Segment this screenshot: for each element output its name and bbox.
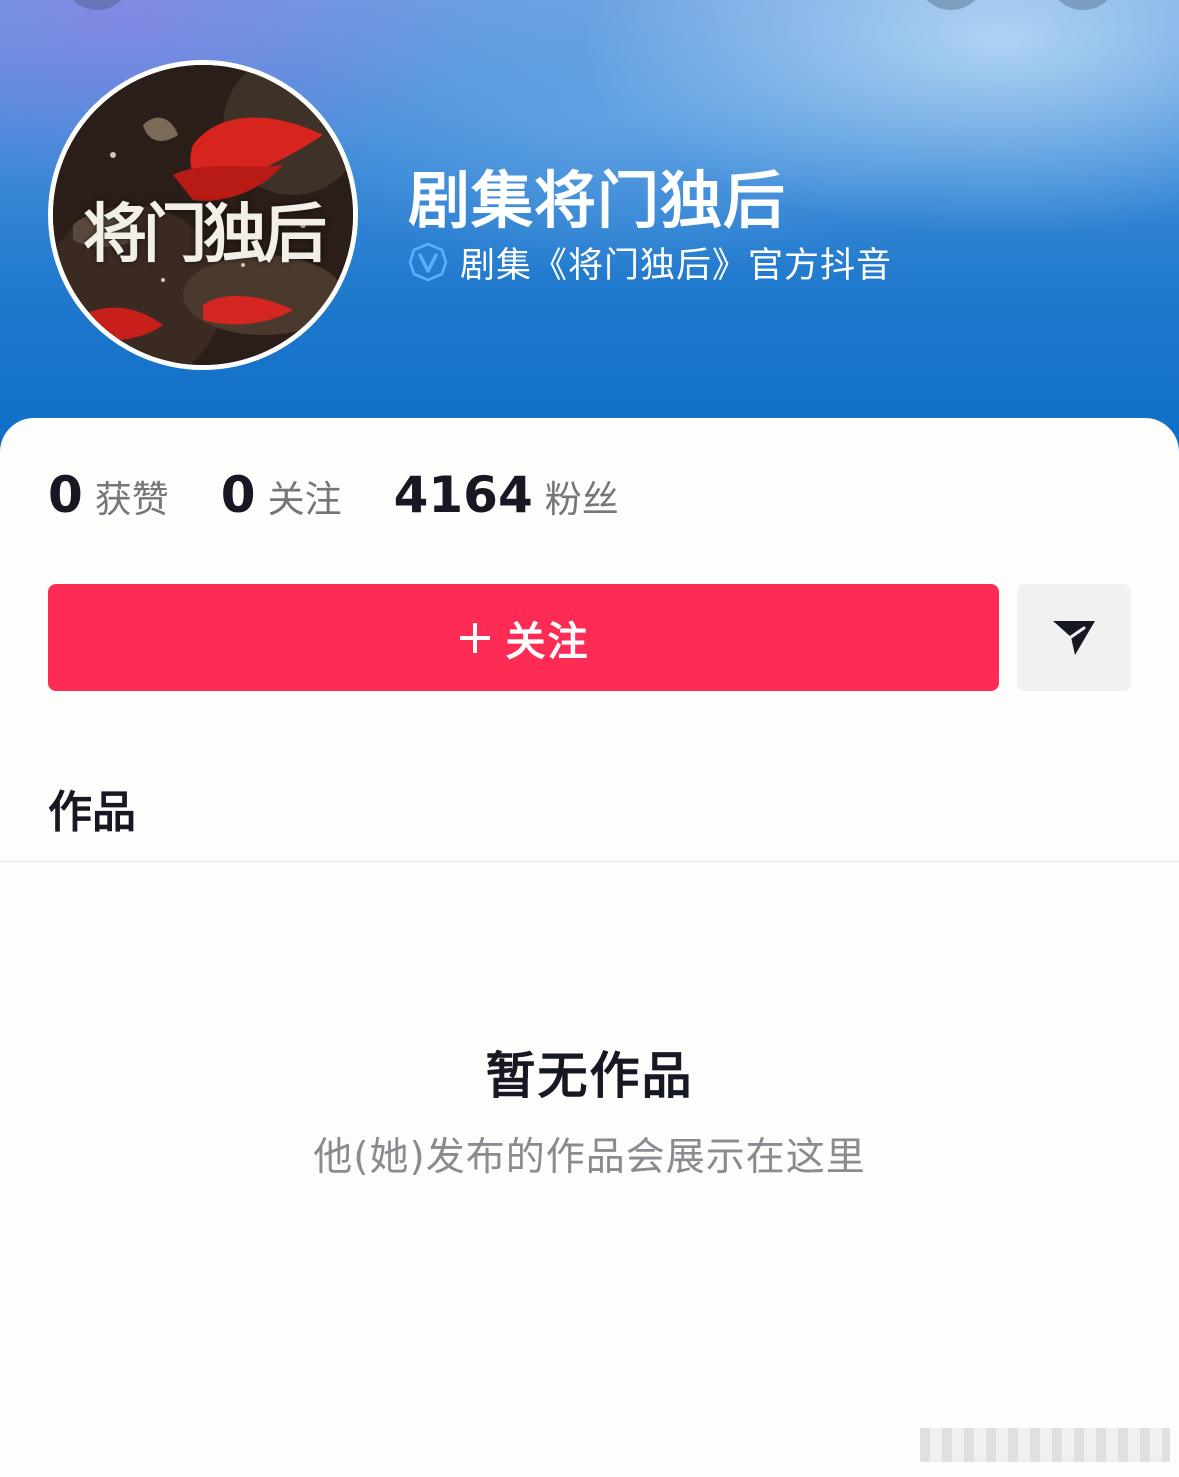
- watermark-strip: [920, 1428, 1170, 1462]
- tab-divider: [0, 861, 1179, 862]
- stats-row: 0 获赞 0 关注 4164 粉丝: [48, 466, 671, 526]
- empty-state-subtitle: 他(她)发布的作品会展示在这里: [313, 1135, 866, 1180]
- stat-likes-label: 获赞: [94, 478, 169, 521]
- verification-row: 剧集《将门独后》官方抖音: [408, 238, 892, 286]
- avatar[interactable]: 将门独后: [48, 60, 358, 370]
- stat-followers-label: 粉丝: [544, 478, 619, 521]
- stat-likes[interactable]: 0 获赞: [48, 466, 169, 524]
- follow-button-label: 关注: [505, 618, 590, 665]
- stat-following-label: 关注: [267, 478, 342, 521]
- empty-state-title: 暂无作品: [485, 1047, 694, 1105]
- profile-header-banner: 将门独后 剧集将门独后 剧集《将门独后》官方抖音: [0, 0, 1179, 460]
- search-button[interactable]: [916, 0, 986, 10]
- profile-name: 剧集将门独后: [408, 164, 787, 237]
- stat-following[interactable]: 0 关注: [221, 466, 342, 524]
- message-button[interactable]: [1017, 584, 1131, 691]
- more-button[interactable]: [1048, 0, 1118, 10]
- plus-icon: [459, 622, 490, 653]
- send-icon: [1053, 620, 1095, 655]
- avatar-title-text: 将门独后: [83, 197, 327, 272]
- back-button[interactable]: [62, 0, 132, 10]
- stat-followers-number: 4164: [393, 466, 533, 524]
- stat-followers[interactable]: 4164 粉丝: [394, 466, 619, 524]
- profile-content-card: 0 获赞 0 关注 4164 粉丝 关注 作品 暂无作品 他(她)发布的作品会展…: [0, 418, 1179, 1477]
- follow-button[interactable]: 关注: [48, 584, 999, 691]
- stat-likes-number: 0: [48, 466, 83, 524]
- tab-works[interactable]: 作品: [48, 776, 136, 840]
- verification-text: 剧集《将门独后》官方抖音: [460, 245, 893, 286]
- stat-following-number: 0: [220, 466, 256, 524]
- verified-badge-icon: [408, 242, 448, 282]
